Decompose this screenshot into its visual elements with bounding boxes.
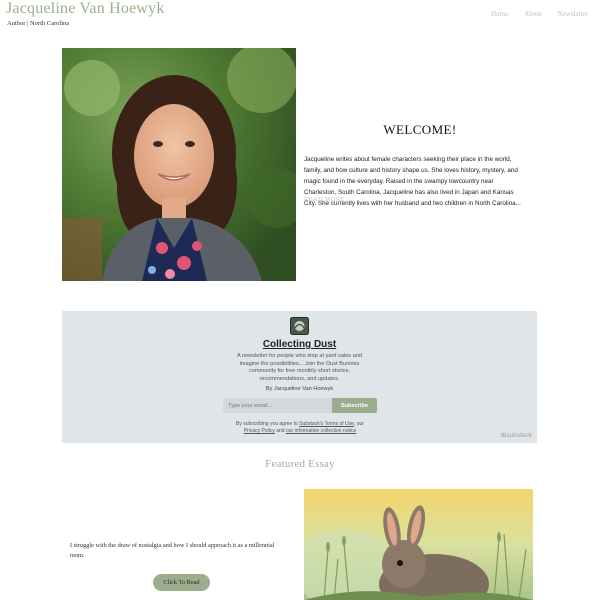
welcome-line: family, and how culture and history shap… (304, 166, 518, 174)
privacy-link[interactable]: Privacy Policy (244, 428, 275, 434)
site-header: Jacqueline Van Hoewyk Author | North Car… (0, 0, 600, 40)
newsletter-author: By Jacqueline Van Hoewyk (265, 386, 334, 392)
rabbit-photo[interactable] (304, 489, 533, 600)
nav-about[interactable]: About (524, 10, 542, 18)
email-input[interactable] (223, 398, 332, 413)
newsletter-terms: By subscribing you agree to Substack's T… (222, 421, 378, 434)
terms-prefix: By subscribing you agree to (236, 421, 300, 427)
terms-mid: , our (353, 421, 364, 427)
author-portrait-image (62, 48, 296, 281)
newsletter-desc-line: A newsletter for people who stop at yard… (236, 353, 362, 359)
substack-badge-label: substack (506, 432, 532, 439)
rabbit-photo-image (304, 489, 533, 600)
welcome-title: WELCOME! (383, 122, 457, 137)
essay-excerpt-line: I struggle with the draw of nostalgia an… (70, 542, 275, 549)
welcome-line: magic found in the everyday. Raised in t… (304, 177, 494, 185)
welcome-line: Jacqueline writes about female character… (304, 156, 512, 163)
newsletter-logo-icon (290, 317, 309, 335)
main-nav: Home About Newsletter (491, 10, 588, 18)
newsletter-desc-line: imagine the possibilities... Join the Du… (239, 360, 360, 367)
collection-notice-link[interactable]: our information collection notice (286, 428, 356, 434)
newsletter-title[interactable]: Collecting Dust (62, 339, 537, 350)
terms-and: and (274, 427, 286, 434)
newsletter-desc-line: community for free monthly short stories… (248, 368, 351, 375)
terms-link[interactable]: Substack's Terms of Use (299, 421, 354, 427)
nav-home[interactable]: Home (491, 10, 508, 18)
essay-excerpt-line: mom. (70, 551, 85, 559)
essay-excerpt: I struggle with the draw of nostalgia an… (70, 541, 285, 560)
subscribe-form: Subscribe (223, 398, 377, 413)
newsletter-desc-line: recommendations, and updates. (259, 376, 340, 383)
newsletter-description: A newsletter for people who stop at yard… (227, 353, 372, 384)
author-portrait (62, 48, 296, 281)
read-more-link[interactable]: READ MORE (304, 196, 345, 203)
substack-badge[interactable]: ⊞substack (501, 431, 532, 439)
click-to-read-button[interactable]: Click To Read (153, 574, 210, 591)
featured-essay-title: Featured Essay (265, 458, 335, 470)
nav-newsletter[interactable]: Newsletter (558, 10, 588, 18)
newsletter-embed: Collecting Dust A newsletter for people … (62, 311, 537, 443)
subscribe-button[interactable]: Subscribe (332, 398, 377, 413)
site-tagline: Author | North Carolina (7, 20, 70, 27)
site-title[interactable]: Jacqueline Van Hoewyk (6, 0, 165, 18)
